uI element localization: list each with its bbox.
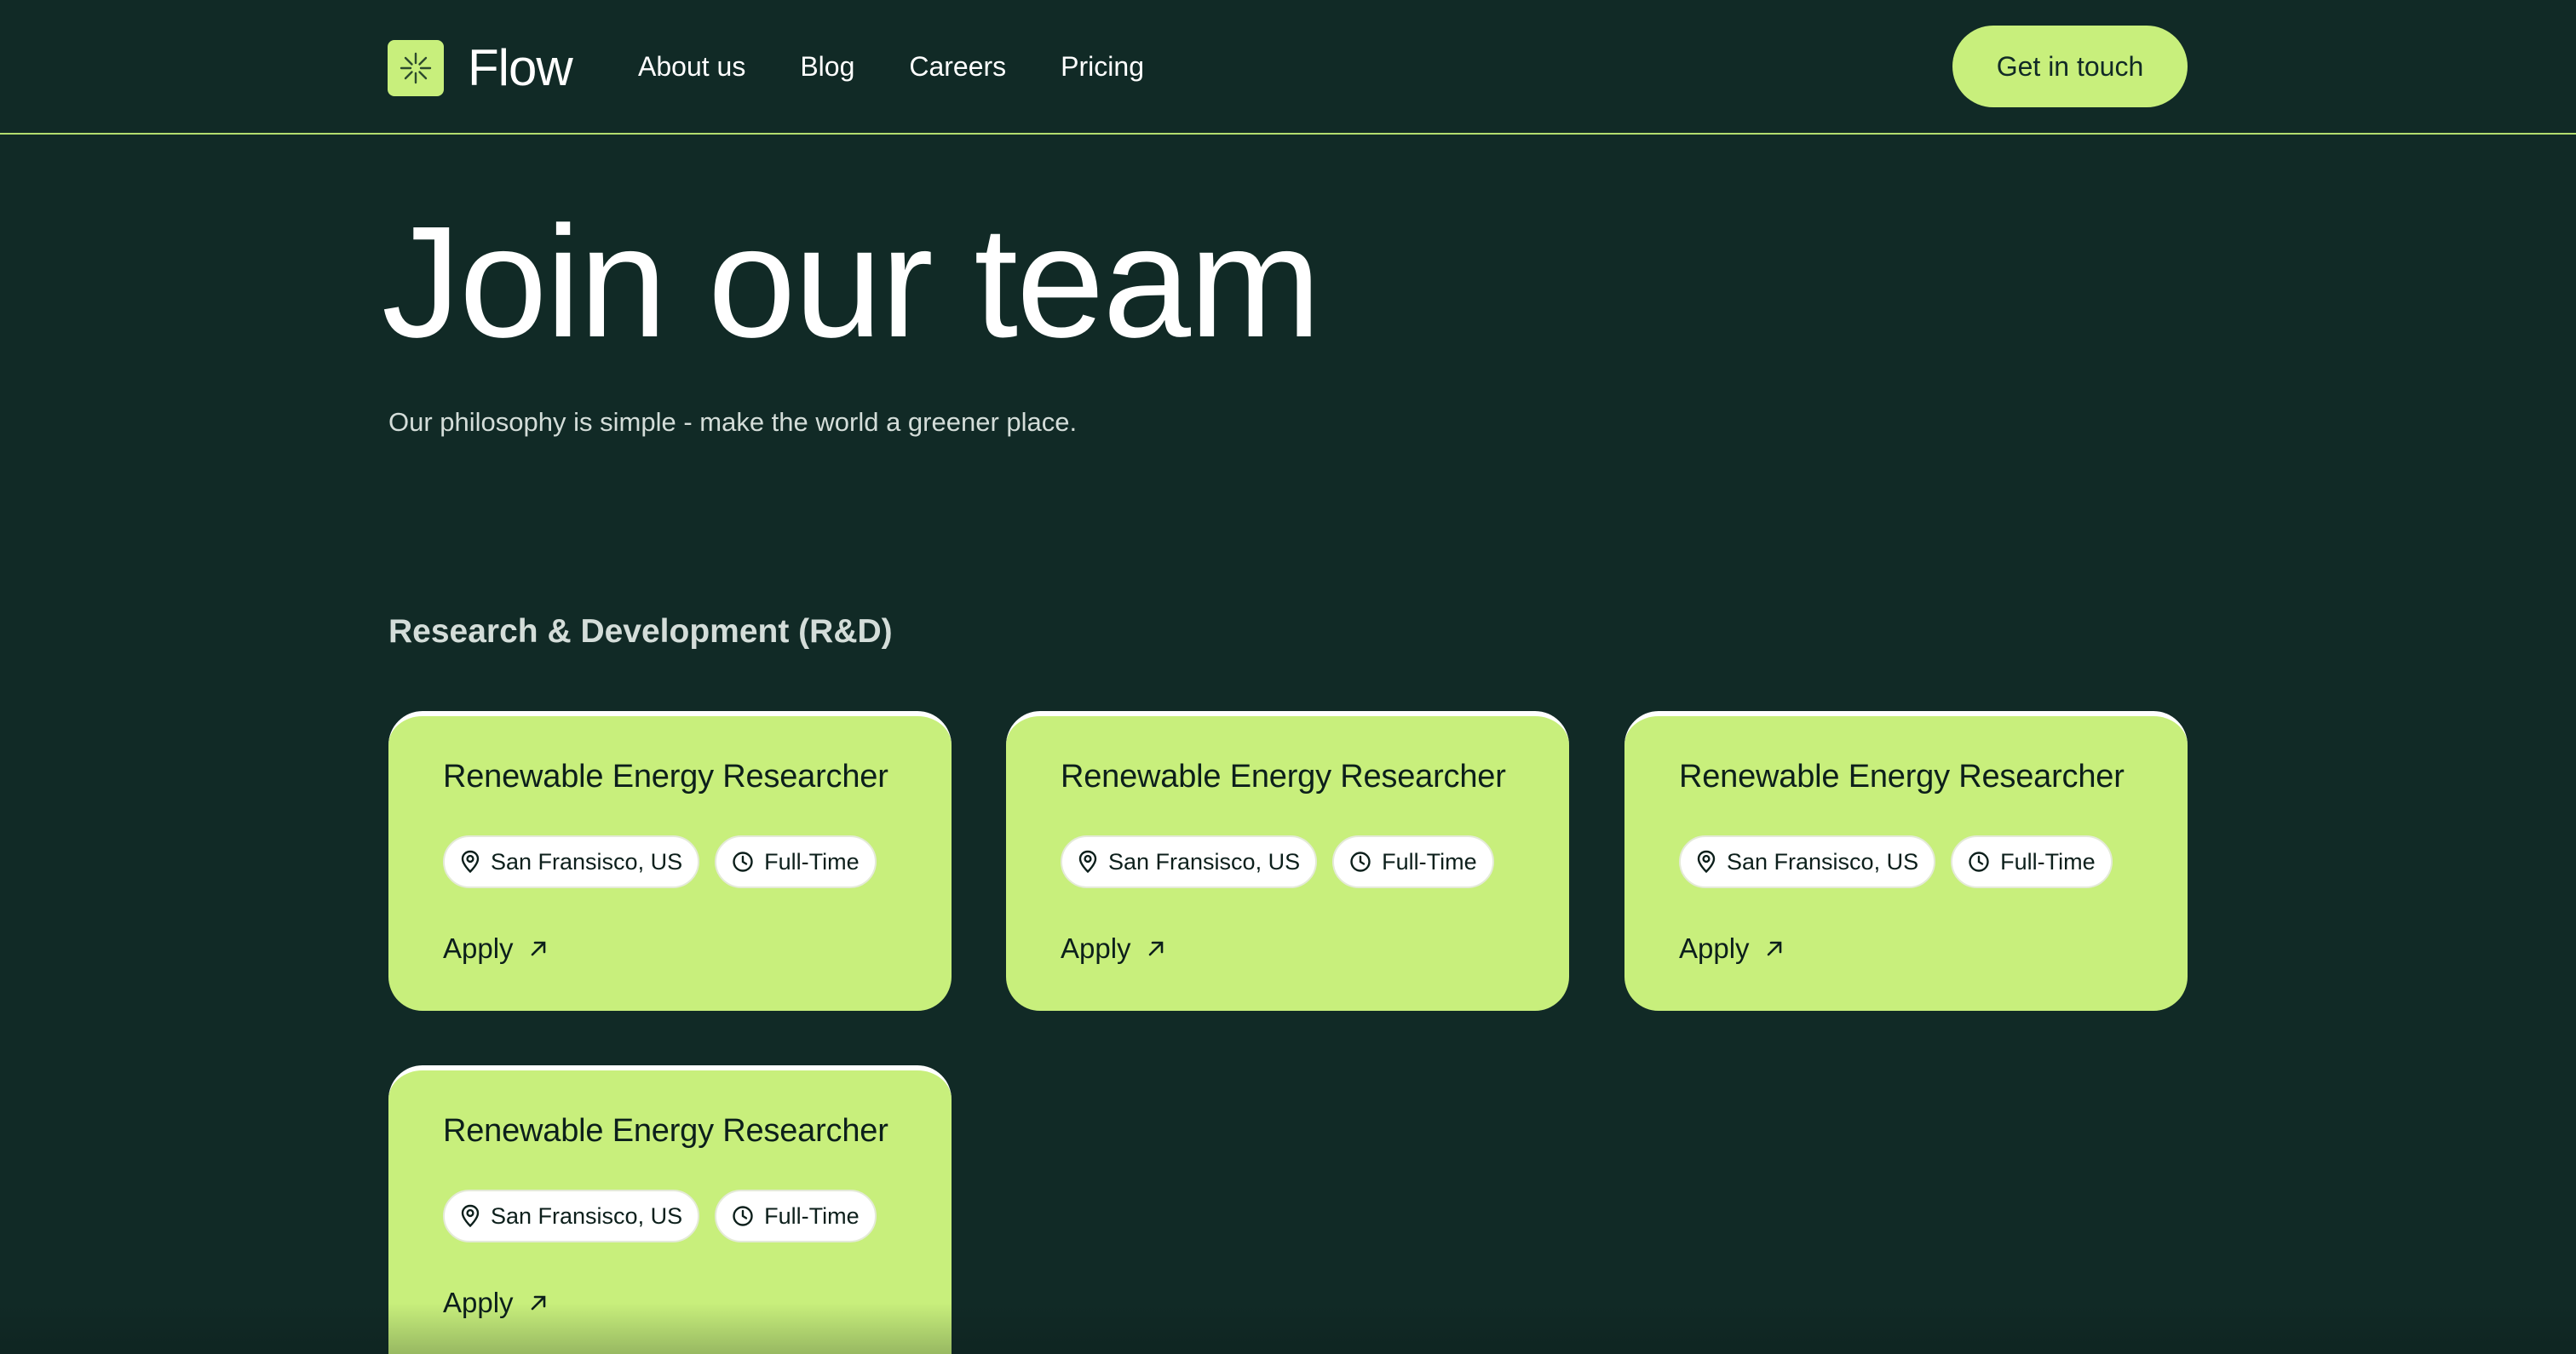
asterisk-sparkle-icon	[388, 39, 444, 96]
apply-label: Apply	[1061, 932, 1131, 964]
map-pin-icon	[1078, 850, 1097, 874]
page-title: Join our team	[382, 194, 1321, 370]
apply-link[interactable]: Apply	[1679, 932, 1784, 965]
logo-link[interactable]: Flow	[388, 38, 573, 97]
location-tag: San Fransisco, US	[1679, 835, 1936, 888]
job-tags: San Fransisco, US Full-Time	[443, 835, 877, 888]
employment-type-tag: Full-Time	[1332, 835, 1494, 888]
job-tags: San Fransisco, US Full-Time	[1061, 835, 1494, 888]
arrow-up-right-icon	[1148, 941, 1163, 956]
location-tag: San Fransisco, US	[443, 835, 700, 888]
apply-link[interactable]: Apply	[443, 932, 548, 965]
page-subtitle: Our philosophy is simple - make the worl…	[388, 407, 1078, 437]
clock-icon	[1350, 852, 1371, 872]
arrow-up-right-icon	[531, 1295, 545, 1311]
employment-type-text: Full-Time	[764, 1202, 860, 1229]
job-title: Renewable Energy Researcher	[443, 1113, 888, 1149]
job-title: Renewable Energy Researcher	[443, 759, 888, 795]
nav-blog[interactable]: Blog	[800, 48, 854, 85]
employment-type-tag: Full-Time	[715, 1190, 877, 1242]
employment-type-text: Full-Time	[2000, 848, 2096, 875]
location-tag: San Fransisco, US	[1061, 835, 1318, 888]
nav-careers[interactable]: Careers	[909, 48, 1006, 85]
page: Flow About us Blog Careers Pricing Get i…	[0, 0, 2576, 1354]
job-title: Renewable Energy Researcher	[1679, 759, 2125, 795]
apply-link[interactable]: Apply	[1061, 932, 1165, 965]
apply-label: Apply	[443, 1287, 514, 1318]
nav-about-us[interactable]: About us	[638, 48, 745, 85]
apply-link[interactable]: Apply	[443, 1287, 548, 1319]
clock-icon	[733, 852, 753, 872]
bottom-fade	[0, 1303, 2576, 1354]
arrow-up-right-icon	[1767, 941, 1781, 956]
job-tags: San Fransisco, US Full-Time	[443, 1190, 877, 1242]
location-text: San Fransisco, US	[491, 1202, 683, 1229]
main-nav: About us Blog Careers Pricing	[638, 48, 1199, 85]
logo-text: Flow	[468, 39, 573, 96]
employment-type-tag: Full-Time	[715, 835, 877, 888]
employment-type-text: Full-Time	[1382, 848, 1477, 875]
location-text: San Fransisco, US	[491, 848, 683, 875]
nav-pricing[interactable]: Pricing	[1061, 48, 1144, 85]
arrow-up-right-icon	[531, 941, 545, 956]
job-tags: San Fransisco, US Full-Time	[1679, 835, 2113, 888]
site-header: Flow About us Blog Careers Pricing Get i…	[0, 0, 2576, 135]
employment-type-tag: Full-Time	[1951, 835, 2113, 888]
location-text: San Fransisco, US	[1108, 848, 1301, 875]
job-card: Renewable Energy Researcher San Fransisc…	[1624, 711, 2188, 1011]
map-pin-icon	[461, 850, 480, 874]
clock-icon	[1969, 852, 1989, 872]
map-pin-icon	[461, 1204, 480, 1228]
employment-type-text: Full-Time	[764, 848, 860, 875]
clock-icon	[733, 1206, 753, 1226]
apply-label: Apply	[1679, 932, 1750, 964]
job-card: Renewable Energy Researcher San Fransisc…	[388, 711, 952, 1011]
job-title: Renewable Energy Researcher	[1061, 759, 1506, 795]
location-tag: San Fransisco, US	[443, 1190, 700, 1242]
section-title: Research & Development (R&D)	[388, 613, 893, 650]
job-card: Renewable Energy Researcher San Fransisc…	[388, 1065, 952, 1354]
location-text: San Fransisco, US	[1727, 848, 1919, 875]
map-pin-icon	[1697, 850, 1716, 874]
get-in-touch-button[interactable]: Get in touch	[1952, 26, 2188, 107]
job-card: Renewable Energy Researcher San Fransisc…	[1006, 711, 1569, 1011]
apply-label: Apply	[443, 932, 514, 964]
